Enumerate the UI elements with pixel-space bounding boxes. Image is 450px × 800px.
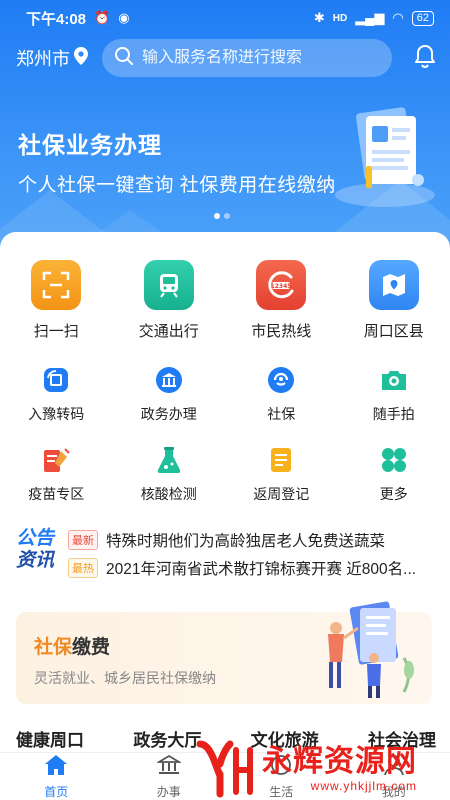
bell-icon[interactable]: [414, 44, 436, 73]
home-icon: [44, 754, 68, 781]
service-snapshot[interactable]: 随手拍: [338, 364, 450, 424]
pagination-dot[interactable]: [224, 213, 230, 219]
service-scan[interactable]: 扫一扫: [0, 260, 113, 341]
watermark-url: www.yhkjjlm.com: [310, 779, 417, 793]
service-social-security[interactable]: 社保: [225, 364, 338, 424]
battery-icon: 62: [411, 10, 434, 26]
test-flask-icon: [153, 444, 185, 476]
map-icon: [368, 260, 419, 310]
section-tab-health[interactable]: 健康周口: [16, 726, 84, 751]
network-label: HD: [332, 12, 348, 24]
service-nucleic-test[interactable]: 核酸检测: [113, 444, 226, 504]
news-item[interactable]: 最新 特殊时期他们为高龄独居老人免费送蔬菜: [68, 528, 438, 552]
news-headline: 2021年河南省武术散打锦标赛开赛 近800名...: [106, 561, 417, 578]
news-ticker: 公告 资讯 最新 特殊时期他们为高龄独居老人免费送蔬菜 最热 2021年河南省武…: [16, 526, 436, 582]
hero-banner: 下午4:08 ⏰ ◉ ✱ HD ▂▄▆ ◠ 62 郑州市 社保业务办理 个人社保…: [0, 0, 450, 260]
services-card: 扫一扫 交通出行 12345 市民热线 周口区县 入豫转码 政务办理 社保 随手…: [0, 232, 450, 752]
service-districts[interactable]: 周口区县: [338, 260, 450, 341]
service-hotline[interactable]: 12345 市民热线: [225, 260, 338, 341]
more-clover-icon: [378, 444, 410, 476]
sub-services-row-1: 入豫转码 政务办理 社保 随手拍: [0, 364, 450, 424]
service-label: 政务办理: [140, 406, 197, 422]
service-government[interactable]: 政务办理: [113, 364, 226, 424]
wifi-icon: ◠: [392, 10, 404, 25]
alarm-icon: ⏰: [94, 10, 111, 25]
news-logo-line1: 公告: [16, 528, 55, 549]
tab-label: 首页: [44, 784, 69, 799]
service-label: 更多: [379, 486, 408, 502]
service-label: 入豫转码: [28, 406, 85, 422]
news-headline: 特殊时期他们为高龄独居老人免费送蔬菜: [106, 533, 386, 550]
search-input[interactable]: [142, 49, 382, 67]
government-building-icon: [153, 364, 185, 396]
government-building-icon: [155, 754, 182, 781]
service-label: 疫苗专区: [28, 486, 85, 502]
search-icon: [114, 46, 134, 71]
status-time: 下午4:08: [26, 10, 87, 28]
service-label: 交通出行: [138, 323, 199, 340]
news-tag-new: 最新: [68, 530, 98, 550]
document-illustration-icon: [330, 100, 440, 215]
service-code-transfer[interactable]: 入豫转码: [0, 364, 113, 424]
service-label: 周口区县: [363, 323, 424, 340]
top-bar: 郑州市: [0, 38, 450, 78]
social-security-icon: [265, 364, 297, 396]
service-label: 社保: [267, 406, 296, 422]
banner-title[interactable]: 社保业务办理: [18, 126, 162, 160]
bluetooth-icon: ✱: [313, 10, 325, 25]
search-box[interactable]: [102, 39, 392, 77]
code-transfer-icon: [40, 364, 72, 396]
city-selector[interactable]: 郑州市: [16, 45, 88, 71]
service-transport[interactable]: 交通出行: [113, 260, 226, 341]
main-services-grid: 扫一扫 交通出行 12345 市民热线 周口区县: [0, 260, 450, 341]
watermark: 永辉资源网 www.yhkjjlm.com: [196, 740, 417, 798]
sub-services-row-2: 疫苗专区 核酸检测 返周登记 更多: [0, 444, 450, 504]
payment-illustration-icon: [284, 598, 424, 707]
news-item[interactable]: 最热 2021年河南省武术散打锦标赛开赛 近800名...: [68, 556, 438, 580]
news-tag-hot: 最热: [68, 558, 98, 578]
pay-title-rest: 缴费: [72, 637, 111, 658]
bus-icon: [143, 260, 194, 310]
registration-form-icon: [265, 444, 297, 476]
pagination-dot-active[interactable]: [214, 213, 220, 219]
camera-icon: [378, 364, 410, 396]
social-security-payment-card[interactable]: 社保缴费 灵活就业、城乡居民社保缴纳: [16, 601, 432, 704]
service-label: 市民热线: [251, 323, 312, 340]
pay-card-title: 社保缴费: [34, 632, 110, 659]
tab-home[interactable]: 首页: [0, 753, 113, 800]
watermark-logo-icon: [196, 740, 256, 798]
service-label: 随手拍: [372, 406, 415, 422]
city-name: 郑州市: [16, 49, 70, 69]
watermark-name: 永辉资源网: [262, 745, 417, 778]
tab-label: 办事: [156, 784, 181, 799]
svg-text:12345: 12345: [271, 283, 292, 290]
vaccine-icon: [40, 444, 72, 476]
pay-title-highlight: 社保: [34, 637, 73, 658]
section-tab-government[interactable]: 政务大厅: [133, 726, 201, 751]
service-label: 返周登记: [253, 486, 310, 502]
service-return-registration[interactable]: 返周登记: [225, 444, 338, 504]
location-pin-icon: [74, 46, 88, 70]
service-vaccine[interactable]: 疫苗专区: [0, 444, 113, 504]
banner-pagination: [214, 213, 230, 219]
service-label: 扫一扫: [33, 323, 79, 340]
app-notification-icon: ◉: [118, 10, 130, 25]
hotline-12345-icon: 12345: [256, 260, 307, 310]
pay-card-subtitle: 灵活就业、城乡居民社保缴纳: [34, 670, 216, 686]
news-logo: 公告 资讯: [16, 528, 62, 572]
service-label: 核酸检测: [140, 486, 197, 502]
banner-subtitle: 个人社保一键查询 社保费用在线缴纳: [18, 175, 336, 196]
scan-icon: [31, 260, 82, 310]
service-more[interactable]: 更多: [338, 444, 450, 504]
news-logo-line2: 资讯: [16, 550, 55, 571]
signal-icon: ▂▄▆: [355, 10, 385, 25]
status-bar: 下午4:08 ⏰ ◉ ✱ HD ▂▄▆ ◠ 62: [0, 0, 450, 36]
